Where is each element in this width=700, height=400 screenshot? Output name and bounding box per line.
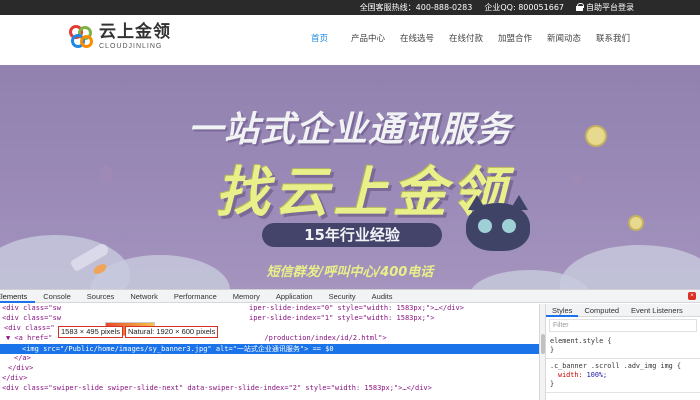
cat-mascot-icon	[458, 193, 538, 265]
styles-filter-input[interactable]: Filter	[549, 319, 697, 332]
tab-memory[interactable]: Memory	[225, 290, 268, 303]
lock-icon	[576, 3, 584, 11]
nav-item-online-payment[interactable]: 在线付款	[449, 32, 498, 44]
experience-badge: 15年行业经验	[262, 223, 442, 247]
tab-computed[interactable]: Computed	[578, 304, 625, 317]
dom-node-line[interactable]: </div>	[0, 374, 539, 384]
logo-mark-icon	[67, 23, 95, 51]
dom-node-line[interactable]: </a>	[0, 354, 539, 364]
tab-console[interactable]: Console	[35, 290, 79, 303]
dom-node-line[interactable]: <div class="sw iper-slide-index="0" style…	[0, 304, 539, 314]
dom-node-line[interactable]: </div>	[0, 364, 539, 374]
dom-node-line[interactable]: <div class="swiper-slide swiper-slide-ne…	[0, 384, 539, 394]
selected-dom-node[interactable]: <img src="/Public/home/images/sy_banner3…	[0, 344, 539, 354]
drop-shape	[100, 165, 112, 183]
tab-application[interactable]: Application	[268, 290, 321, 303]
nav-item-partnership[interactable]: 加盟合作	[498, 32, 547, 44]
nav-item-contact[interactable]: 联系我们	[596, 32, 645, 44]
tab-network[interactable]: Network	[122, 290, 166, 303]
styles-tab-bar: Styles Computed Event Listeners	[546, 304, 700, 317]
coin-icon	[585, 125, 607, 147]
coin-icon	[628, 215, 644, 231]
tab-event-listeners[interactable]: Event Listeners	[625, 304, 689, 317]
login-label: 自助平台登录	[586, 3, 634, 12]
logo-english-name: CLOUDJINLING	[99, 43, 163, 50]
devtools-panel: Elements Console Sources Network Perform…	[0, 289, 700, 400]
site-logo[interactable]: 云上金领 CLOUDJINLING	[67, 23, 171, 51]
banner-services: 短信群发/呼叫中心/400电话	[266, 265, 434, 280]
nav-item-home[interactable]: 首页	[311, 32, 351, 44]
logo-chinese-name: 云上金领	[99, 22, 171, 42]
tab-elements[interactable]: Elements	[0, 290, 36, 303]
tab-audits[interactable]: Audits	[364, 290, 401, 303]
natural-size-tooltip: Natural: 1920 × 600 pixels	[125, 326, 219, 338]
tab-performance[interactable]: Performance	[166, 290, 225, 303]
style-rule-banner-img: .c_banner .scroll .adv_img img { width: …	[546, 359, 700, 393]
tab-styles[interactable]: Styles	[546, 304, 579, 317]
devtools-tab-bar: Elements Console Sources Network Perform…	[0, 290, 700, 303]
styles-pane: Styles Computed Event Listeners Filter e…	[545, 304, 700, 400]
nav-item-news[interactable]: 新闻动态	[547, 32, 596, 44]
nav-item-products[interactable]: 产品中心	[351, 32, 400, 44]
close-icon[interactable]: ×	[688, 292, 696, 300]
qq-text: 企业QQ: 800051667	[484, 3, 564, 12]
elements-tree[interactable]: <div class="sw iper-slide-index="0" style…	[0, 304, 539, 400]
tab-security[interactable]: Security	[321, 290, 364, 303]
hotline-text: 全国客服热线：400-888-0283	[359, 3, 473, 12]
banner-headline: 一站式企业通讯服务	[187, 110, 512, 150]
top-utility-bar: 全国客服热线：400-888-0283 企业QQ: 800051667 自助平台…	[0, 0, 700, 15]
main-nav: 首页 产品中心 在线选号 在线付款 加盟合作 新闻动态 联系我们	[311, 32, 645, 44]
site-header: 云上金领 CLOUDJINLING 首页 产品中心 在线选号 在线付款 加盟合作…	[0, 15, 700, 65]
hero-banner[interactable]: 一站式企业通讯服务 找云上金领 15年行业经验 短信群发/呼叫中心/400电话	[0, 65, 700, 289]
rendered-size-tooltip: 1583 × 495 pixels	[58, 326, 124, 338]
tab-sources[interactable]: Sources	[79, 290, 123, 303]
style-rule-element: element.style { }	[546, 334, 700, 359]
self-service-login-link[interactable]: 自助平台登录	[576, 2, 634, 13]
nav-item-number-selection[interactable]: 在线选号	[400, 32, 449, 44]
dom-node-line[interactable]: <div class="sw iper-slide-index="1" style…	[0, 314, 539, 324]
